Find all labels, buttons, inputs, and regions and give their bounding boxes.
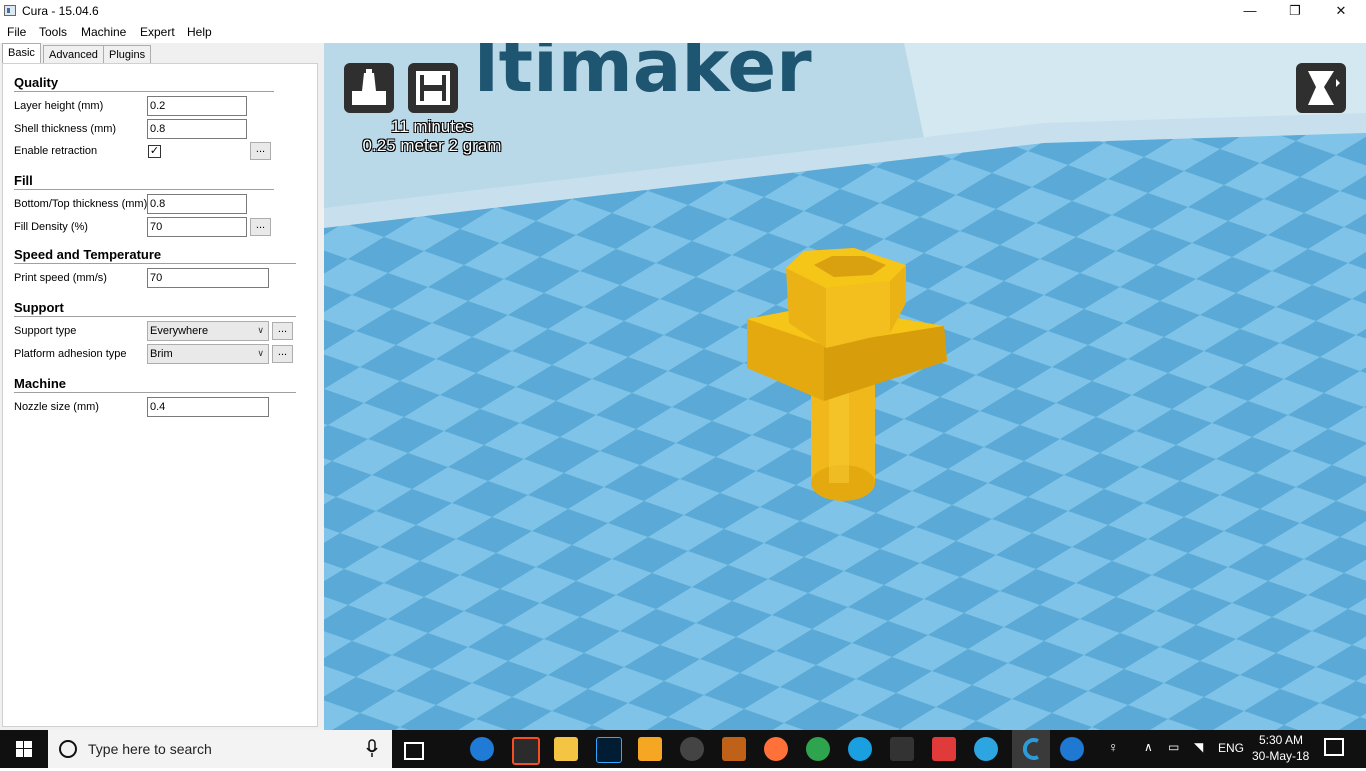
internet-explorer-icon[interactable] [848, 737, 872, 761]
search-icon [59, 740, 77, 758]
close-icon[interactable]: ✕ [1318, 0, 1364, 22]
layer-height-label: Layer height (mm) [14, 100, 104, 112]
app-f-icon[interactable] [638, 737, 662, 761]
section-support-title: Support [14, 300, 64, 315]
nozzle-size-field[interactable]: 0.4 [147, 397, 269, 417]
section-fill-title: Fill [14, 173, 33, 188]
adhesion-settings-button[interactable]: ... [272, 345, 293, 363]
tab-advanced[interactable]: Advanced [43, 45, 104, 64]
menu-tools[interactable]: Tools [39, 25, 67, 39]
menu-file[interactable]: File [7, 25, 26, 39]
ultimaker-logo: ltimaker [474, 43, 812, 108]
start-button[interactable] [0, 730, 48, 768]
menu-machine[interactable]: Machine [81, 25, 126, 39]
view-mode-button[interactable] [1296, 63, 1346, 113]
section-speed-title: Speed and Temperature [14, 247, 162, 262]
fill-density-label: Fill Density (%) [14, 221, 88, 233]
clock-time[interactable]: 5:30 AM [1259, 733, 1303, 747]
retraction-settings-button[interactable]: ... [250, 142, 271, 160]
view-mode-icon [1308, 71, 1340, 105]
menu-bar: File Tools Machine Expert Help [0, 22, 1366, 43]
layer-height-field[interactable]: 0.2 [147, 96, 247, 116]
app-e-icon[interactable] [722, 737, 746, 761]
shell-thickness-label: Shell thickness (mm) [14, 123, 117, 135]
section-divider [14, 316, 296, 317]
cura-taskbar-button[interactable] [1012, 730, 1050, 768]
enable-retraction-checkbox[interactable]: ✓ [148, 145, 161, 158]
print-time-text: 11 minutes [391, 117, 473, 136]
load-model-button[interactable] [344, 63, 394, 113]
shell-thickness-field[interactable]: 0.8 [147, 119, 247, 139]
print-speed-field[interactable]: 70 [147, 268, 269, 288]
photoshop-icon[interactable] [596, 737, 622, 763]
task-view-icon[interactable] [404, 742, 424, 760]
section-quality-title: Quality [14, 75, 59, 90]
people-icon[interactable]: ♀ [1108, 739, 1119, 755]
firefox-icon[interactable] [764, 737, 788, 761]
save-gcode-icon [416, 71, 450, 105]
edge-icon[interactable] [470, 737, 494, 761]
taskbar: Type here to search ♀ ∧ ▭ ◥ ENG 5:30 AM … [0, 730, 1366, 768]
tab-basic[interactable]: Basic [2, 43, 41, 64]
section-divider [14, 189, 274, 190]
save-gcode-button[interactable] [408, 63, 458, 113]
restore-icon[interactable]: ❐ [1272, 0, 1318, 22]
section-divider [14, 392, 296, 393]
menu-help[interactable]: Help [187, 25, 212, 39]
load-model-icon [352, 69, 386, 105]
clock-date[interactable]: 30-May-18 [1252, 749, 1309, 763]
cura-icon [1022, 738, 1039, 760]
support-type-value: Everywhere [150, 325, 209, 337]
inkscape-icon[interactable] [890, 737, 914, 761]
chevron-up-icon[interactable]: ∧ [1144, 740, 1153, 754]
microphone-icon[interactable] [364, 739, 380, 759]
tab-plugins[interactable]: Plugins [103, 45, 152, 64]
camera-app-icon[interactable] [680, 737, 704, 761]
wifi-icon[interactable]: ◥ [1194, 740, 1203, 754]
platform-adhesion-select[interactable]: Brim ∨ [147, 344, 269, 364]
section-machine-title: Machine [14, 376, 67, 391]
platform-adhesion-value: Brim [150, 348, 173, 360]
language-indicator[interactable]: ENG [1218, 741, 1244, 755]
support-settings-button[interactable]: ... [272, 322, 293, 340]
basic-tab-page: Quality Layer height (mm) 0.2 Shell thic… [2, 63, 318, 727]
chevron-down-icon: ∨ [257, 325, 264, 335]
section-divider [14, 263, 296, 264]
file-explorer-icon[interactable] [554, 737, 578, 761]
telegram-icon[interactable] [974, 737, 998, 761]
support-type-select[interactable]: Everywhere ∨ [147, 321, 269, 341]
menu-expert[interactable]: Expert [140, 25, 175, 39]
atom-icon[interactable] [806, 737, 830, 761]
windows-icon [16, 741, 32, 757]
title-bar: Cura - 15.04.6 — ❐ ✕ [0, 0, 1366, 22]
help-icon[interactable] [1060, 737, 1084, 761]
3d-viewport[interactable]: ltimaker 11 minutes 0.25 meter 2 gram [324, 43, 1366, 730]
search-placeholder: Type here to search [88, 741, 212, 757]
fill-settings-button[interactable]: ... [250, 218, 271, 236]
nozzle-size-label: Nozzle size (mm) [14, 401, 99, 413]
print-speed-label: Print speed (mm/s) [14, 272, 107, 284]
bottom-top-thickness-label: Bottom/Top thickness (mm) [14, 198, 148, 210]
material-usage-text: 0.25 meter 2 gram [362, 136, 502, 155]
enable-retraction-label: Enable retraction [14, 145, 98, 157]
store-icon[interactable] [512, 737, 540, 765]
platform-adhesion-label: Platform adhesion type [14, 348, 127, 360]
minimize-icon[interactable]: — [1227, 0, 1273, 22]
kaspersky-icon[interactable] [932, 737, 956, 761]
support-type-label: Support type [14, 325, 77, 337]
section-divider [14, 91, 274, 92]
battery-icon[interactable]: ▭ [1168, 740, 1179, 754]
settings-panel: Basic Advanced Plugins Quality Layer hei… [0, 43, 324, 730]
fill-density-field[interactable]: 70 [147, 217, 247, 237]
chevron-down-icon: ∨ [257, 348, 264, 358]
bottom-top-thickness-field[interactable]: 0.8 [147, 194, 247, 214]
notification-icon[interactable] [1324, 738, 1344, 756]
taskbar-search[interactable]: Type here to search [48, 730, 392, 768]
window-title: Cura - 15.04.6 [22, 4, 99, 18]
app-icon [4, 5, 16, 16]
